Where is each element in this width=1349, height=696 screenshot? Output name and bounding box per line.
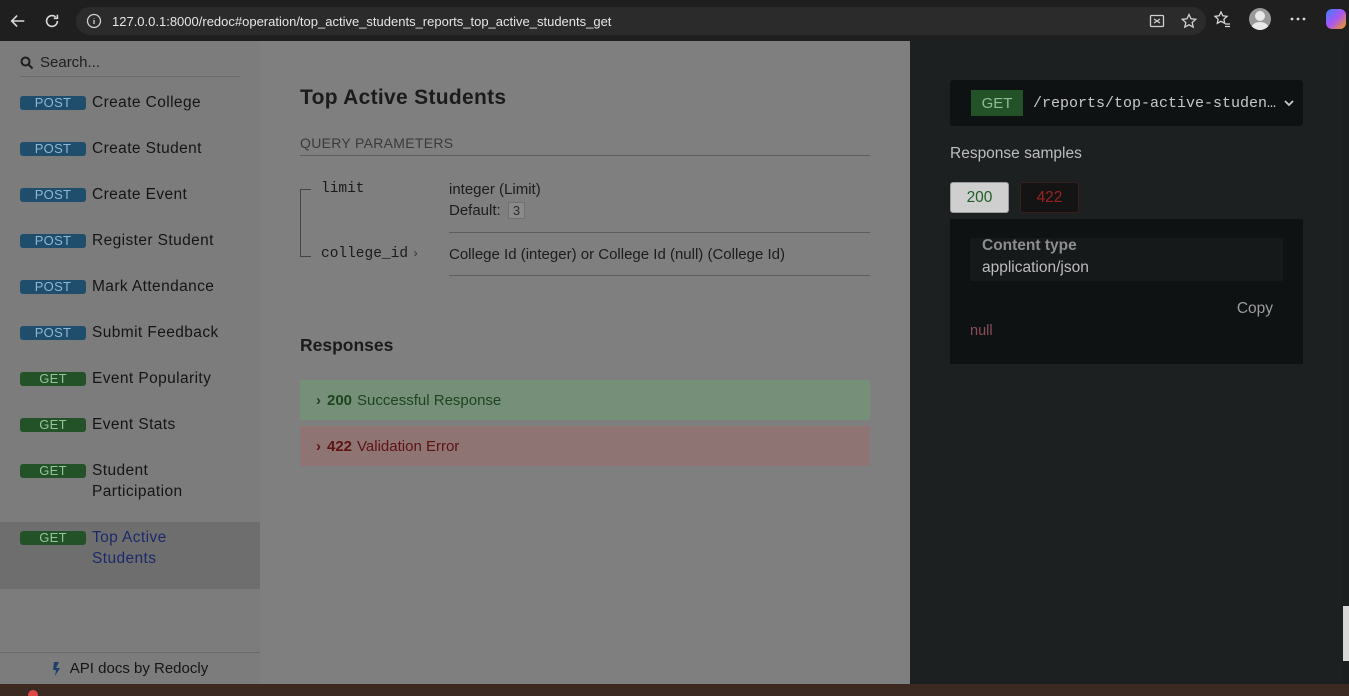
profile-avatar[interactable] (1249, 8, 1271, 30)
method-badge: GET (20, 464, 86, 478)
chevron-down-icon (1284, 100, 1294, 107)
param-description: College Id (integer) or College Id (null… (449, 233, 870, 276)
redocly-footer-link[interactable]: API docs by Redocly (0, 652, 260, 684)
query-params-header: QUERY PARAMETERS (300, 135, 870, 156)
favorite-star-icon[interactable] (1180, 12, 1198, 30)
screen-capture-icon[interactable] (1148, 12, 1166, 30)
method-badge: GET (20, 531, 86, 545)
operations-menu: POST Create College POST Create Student … (0, 87, 260, 589)
param-type: College Id (integer) or College Id (null… (449, 246, 785, 263)
param-name: limit (321, 181, 365, 197)
favorites-icon[interactable] (1211, 8, 1233, 30)
sidebar-item-label: Submit Feedback (92, 324, 219, 341)
sidebar-item-create-student[interactable]: POST Create Student (0, 133, 260, 179)
chevron-right-icon: › (412, 247, 420, 261)
response-samples-title: Response samples (950, 145, 1082, 162)
sidebar-item-label: Create College (92, 94, 201, 111)
sidebar-item-mark-attendance[interactable]: POST Mark Attendance (0, 271, 260, 317)
sidebar-item-label: Register Student (92, 232, 214, 249)
search-input[interactable] (40, 54, 230, 71)
url-text[interactable]: 127.0.0.1:8000/redoc#operation/top_activ… (112, 14, 611, 29)
chevron-right-icon: › (316, 437, 321, 455)
default-label: Default: (449, 202, 501, 219)
param-row: limit integer (Limit) Default: 3 (300, 181, 870, 233)
tab-422[interactable]: 422 (1020, 182, 1079, 213)
response-422-toggle[interactable]: › 422 Validation Error (300, 426, 870, 466)
method-badge: GET (20, 418, 86, 432)
response-code: 422 (327, 437, 353, 455)
sidebar-item-label: Mark Attendance (92, 278, 215, 295)
response-label: Successful Response (357, 391, 502, 409)
sidebar-item-label: Event Popularity (92, 370, 212, 387)
param-row[interactable]: college_id › College Id (integer) or Coll… (300, 233, 870, 276)
footer-text: API docs by Redocly (69, 660, 209, 677)
param-default: Default: 3 (449, 202, 870, 219)
endpoint-path: /reports/top-active-students (1033, 94, 1278, 112)
samples-panel: GET /reports/top-active-students Respons… (910, 41, 1349, 684)
param-name-expandable[interactable]: college_id › (321, 246, 419, 262)
copilot-icon[interactable] (1325, 8, 1347, 30)
operation-content: Top Active Students QUERY PARAMETERS lim… (260, 41, 910, 684)
copy-button[interactable]: Copy (1237, 300, 1273, 318)
sidebar-item-event-stats[interactable]: GET Event Stats (0, 409, 260, 455)
endpoint-dropdown[interactable]: GET /reports/top-active-students (950, 80, 1303, 126)
default-value: 3 (507, 202, 526, 219)
search-icon (20, 56, 34, 69)
sidebar-item-label: Student Participation (92, 462, 183, 500)
sidebar-item-event-popularity[interactable]: GET Event Popularity (0, 363, 260, 409)
method-badge: POST (20, 326, 86, 340)
method-badge: POST (20, 188, 86, 202)
sample-body: null (970, 323, 993, 339)
method-badge: POST (20, 142, 86, 156)
param-name: college_id (321, 246, 409, 262)
sidebar-item-label: Event Stats (92, 416, 176, 433)
method-badge: POST (20, 96, 86, 110)
back-icon[interactable] (6, 9, 30, 33)
tab-200[interactable]: 200 (950, 182, 1009, 213)
sidebar: POST Create College POST Create Student … (0, 41, 260, 684)
sidebar-item-label: Top Active Students (92, 529, 167, 567)
param-description: integer (Limit) Default: 3 (449, 181, 870, 233)
chevron-right-icon: › (316, 391, 321, 409)
page-scrollbar[interactable] (1343, 41, 1349, 684)
method-badge: POST (20, 280, 86, 294)
scrollbar-thumb[interactable] (1343, 606, 1349, 661)
page-title: Top Active Students (300, 86, 507, 109)
taskbar-app-icon[interactable] (28, 690, 38, 696)
sidebar-item-create-college[interactable]: POST Create College (0, 87, 260, 133)
content-type-label: Content type (982, 237, 1077, 254)
response-200-toggle[interactable]: › 200 Successful Response (300, 380, 870, 420)
response-code: 200 (327, 391, 353, 409)
method-badge: POST (20, 234, 86, 248)
method-badge: GET (20, 372, 86, 386)
info-icon[interactable] (86, 13, 102, 29)
sidebar-item-label: Create Event (92, 186, 188, 203)
more-menu-icon[interactable] (1287, 8, 1309, 30)
method-badge: GET (971, 90, 1023, 116)
browser-toolbar: 127.0.0.1:8000/redoc#operation/top_activ… (0, 0, 1349, 41)
redocly-logo-icon (52, 661, 60, 676)
address-bar[interactable]: 127.0.0.1:8000/redoc#operation/top_activ… (76, 7, 1206, 35)
response-label: Validation Error (357, 437, 460, 455)
sidebar-item-top-active-students[interactable]: GET Top Active Students (0, 522, 260, 589)
responses-title: Responses (300, 335, 394, 355)
search-box (20, 49, 240, 77)
sidebar-item-label: Create Student (92, 140, 202, 157)
sidebar-item-create-event[interactable]: POST Create Event (0, 179, 260, 225)
param-type: integer (Limit) (449, 181, 541, 198)
redoc-page: POST Create College POST Create Student … (0, 41, 1349, 684)
reload-icon[interactable] (40, 9, 64, 33)
sidebar-item-student-participation[interactable]: GET Student Participation (0, 455, 260, 522)
content-type-value: application/json (982, 259, 1089, 276)
sidebar-item-submit-feedback[interactable]: POST Submit Feedback (0, 317, 260, 363)
response-sample-box: Content type application/json Copy null (950, 219, 1303, 364)
taskbar-strip (0, 684, 1349, 696)
sidebar-item-register-student[interactable]: POST Register Student (0, 225, 260, 271)
content-type-box: Content type application/json (970, 237, 1283, 281)
